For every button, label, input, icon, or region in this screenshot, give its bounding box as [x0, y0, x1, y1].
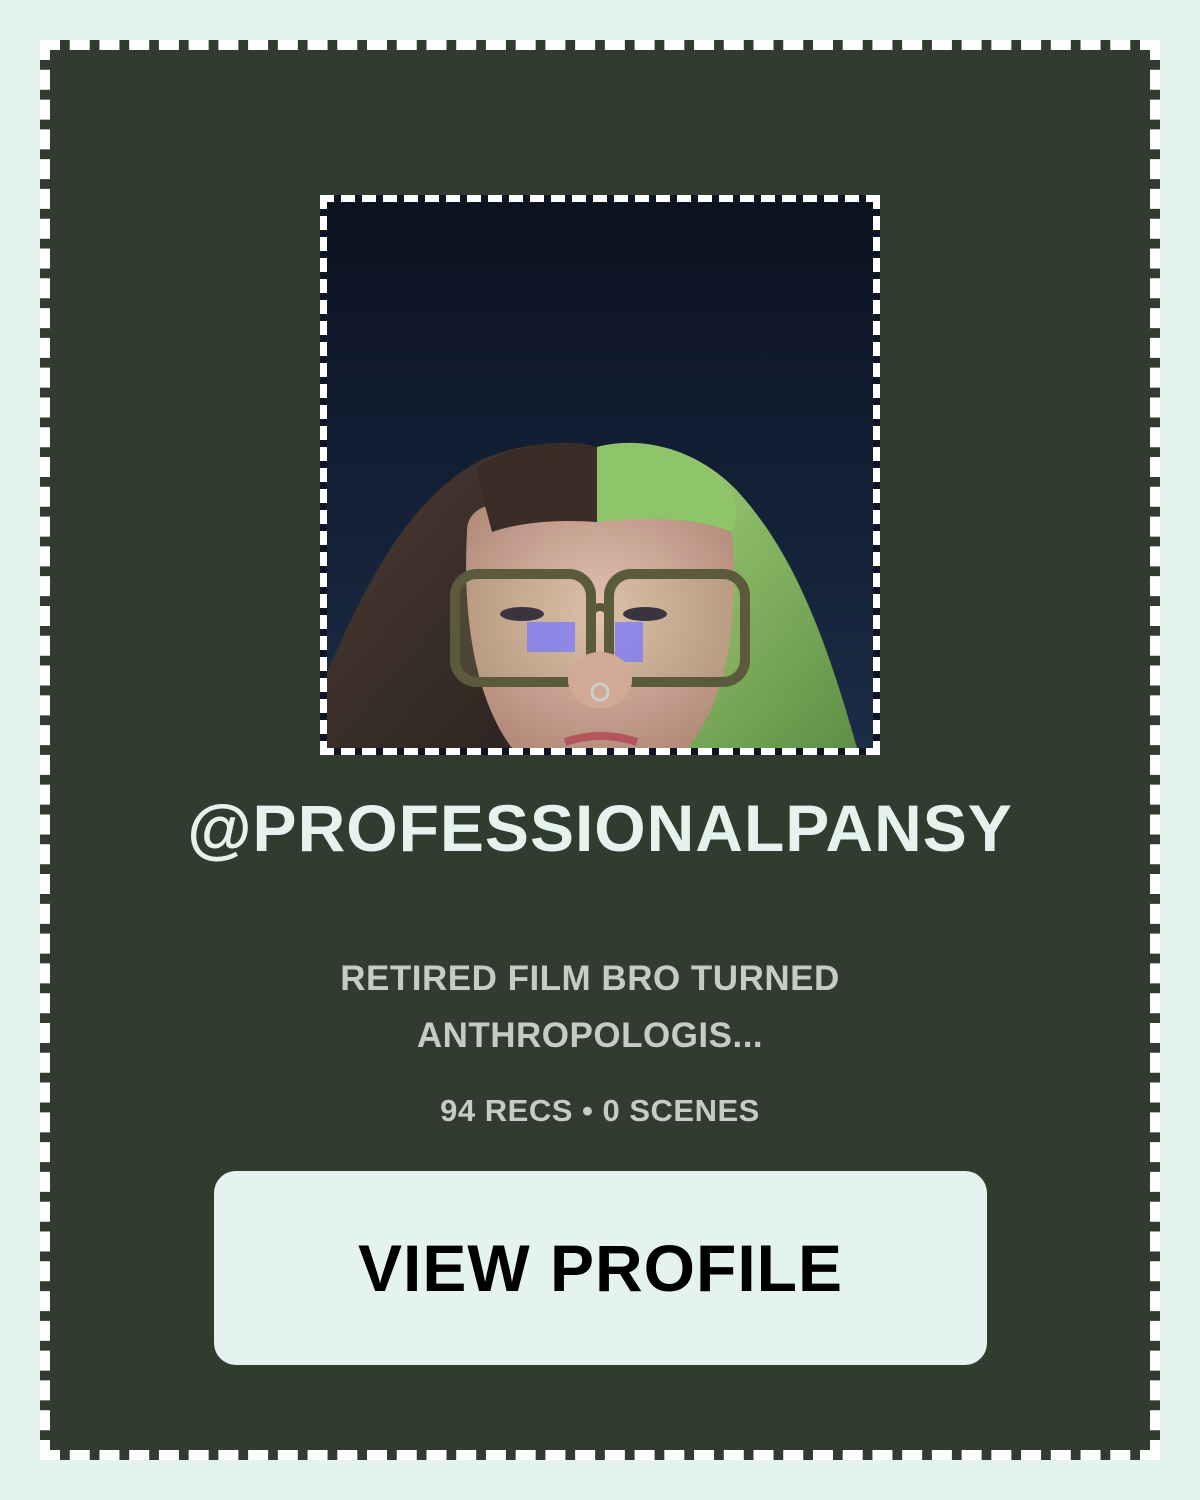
profile-card-content: @PROFESSIONALPANSY RETIRED FILM BRO TURN… [50, 50, 1150, 1450]
profile-bio-line-1: RETIRED FILM BRO TURNED [340, 959, 840, 998]
profile-card: @PROFESSIONALPANSY RETIRED FILM BRO TURN… [40, 40, 1160, 1460]
profile-handle: @PROFESSIONALPANSY [187, 791, 1013, 865]
profile-bio-line-2: ANTHROPOLOGIS... [416, 1016, 764, 1055]
profile-stats: 94 RECS • 0 SCENES [440, 1093, 760, 1128]
profile-photo-image [327, 202, 873, 748]
view-profile-button[interactable]: VIEW PROFILE [214, 1171, 987, 1365]
profile-photo [320, 195, 880, 755]
profile-bio: RETIRED FILM BRO TURNED ANTHROPOLOGIS... [290, 950, 890, 1064]
